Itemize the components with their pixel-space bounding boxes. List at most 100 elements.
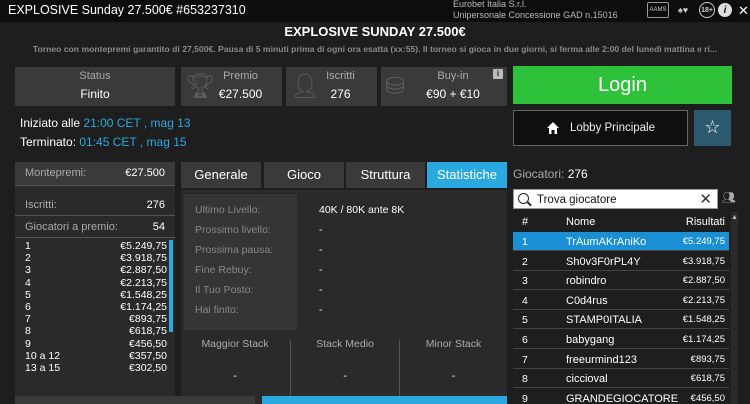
prize-position: 9 [25, 337, 31, 350]
premio-card: 🏆︎ Premio €27.500 [181, 67, 282, 106]
player-row[interactable]: 5 STAMP0ITALIA €1.548,25 [513, 310, 729, 330]
stat-value: - [319, 224, 323, 236]
iscritti-label: Iscritti [326, 70, 355, 82]
prize-amount: €618,75 [129, 325, 167, 338]
search-input[interactable] [537, 192, 697, 207]
prize-position: 8 [25, 325, 31, 338]
prize-amount: €3.918,75 [120, 252, 167, 265]
bottom-button-right[interactable] [262, 396, 507, 404]
prize-position: 10 a 12 [25, 349, 61, 362]
buyin-info-icon[interactable]: i [493, 69, 503, 79]
stat-key: Prossima pausa: [195, 244, 274, 256]
player-row[interactable]: 8 ciccioval €618,75 [513, 369, 729, 389]
company-license: Unipersonale Concessione GAD n.15016 [453, 10, 618, 20]
prize-row: 4 €2.213,75 [25, 277, 167, 289]
stat-value: - [319, 244, 323, 256]
player-row[interactable]: 7 freeurmind123 €893,75 [513, 350, 729, 369]
prize-row: 13 a 15 €302,50 [25, 362, 167, 374]
login-button[interactable]: Login [513, 66, 732, 104]
age-limit-icon: 18+ [699, 2, 715, 18]
player-result: €618,75 [690, 373, 725, 385]
info-icon[interactable]: i [718, 3, 732, 17]
status-value: Finito [80, 87, 110, 101]
tab-gioco[interactable]: Gioco [264, 162, 344, 188]
player-rank: 8 [522, 373, 528, 386]
bottom-button-left[interactable] [15, 396, 255, 404]
company-info: Eurobet Italia S.r.l. Unipersonale Conce… [453, 0, 618, 21]
buyin-card: ⛁ Buy-in €90 + €10 i [381, 67, 507, 106]
scroll-up-icon[interactable]: ▲ [731, 214, 738, 222]
player-name: STAMP0ITALIA [566, 314, 643, 327]
montepremi-label: Montepremi: [25, 167, 87, 179]
players-table-header: # Nome Risultati [513, 212, 729, 232]
search-icon [518, 193, 529, 204]
player-result: €1.548,25 [682, 314, 725, 326]
player-name: TrAumAKrAniKo [566, 236, 647, 248]
status-label: Status [79, 70, 111, 82]
iscritti-label: Iscritti: [25, 199, 57, 211]
player-rank: 1 [522, 236, 528, 248]
status-card: Status Finito [15, 67, 175, 106]
player-result: €456,50 [690, 392, 725, 404]
premio-value: €27.500 [218, 87, 263, 101]
player-row[interactable]: 3 robindro €2.887,50 [513, 271, 729, 291]
tab-statistiche[interactable]: Statistiche [427, 162, 507, 188]
close-icon[interactable]: ✕ [738, 3, 749, 19]
start-label: Iniziato alle [20, 116, 81, 130]
players-scrollbar[interactable]: ▲ [731, 212, 738, 404]
start-time: Iniziato alle 21:00 CET , mag 13 [20, 116, 191, 130]
prize-scrollbar[interactable] [169, 240, 173, 332]
players-count: 276 [567, 167, 588, 181]
player-result: €3.918,75 [682, 255, 725, 267]
prize-amount: €5.249,75 [120, 240, 167, 252]
tab-struttura[interactable]: Struttura [346, 162, 425, 188]
prize-position: 4 [25, 276, 31, 289]
start-value: 21:00 CET , mag 13 [83, 116, 191, 130]
clear-icon[interactable]: ✕ [699, 190, 712, 208]
prize-amount: €2.213,75 [120, 276, 167, 289]
stat-key: Il Tuo Posto: [195, 284, 254, 296]
prize-row: 3 €2.887,50 [25, 264, 167, 276]
prize-amount: €357,50 [129, 349, 167, 362]
prize-amount: €1.548,25 [120, 288, 167, 301]
player-row[interactable]: 6 babygang €1.174,25 [513, 330, 729, 349]
player-result: €893,75 [690, 353, 725, 365]
prize-row: 7 €893,75 [25, 313, 167, 325]
stat-value: - [319, 284, 323, 296]
prize-row: 6 €1.174,25 [25, 301, 167, 313]
end-label: Terminato: [20, 135, 77, 149]
players-table: # Nome Risultati 1 TrAumAKrAniKo €5.249,75… [513, 212, 729, 404]
prize-position: 1 [25, 240, 31, 252]
player-row[interactable]: 1 TrAumAKrAniKo €5.249,75 [513, 232, 729, 251]
aams-logo-icon: AAMS [647, 2, 669, 18]
iscritti-row: Iscritti: 276 [15, 194, 175, 216]
tournament-description: Torneo con montepremi garantito di 27,50… [32, 44, 718, 54]
maggior-stack-label: Maggior Stack [201, 338, 269, 350]
player-row[interactable]: 2 Sh0v3F0rPL4Y €3.918,75 [513, 252, 729, 271]
prize-amount: €302,50 [129, 362, 167, 374]
player-row[interactable]: 9 GRANDEGIOCATORE €456,50 [513, 389, 729, 404]
star-icon[interactable]: ☆ [694, 110, 731, 146]
player-row[interactable]: 4 C0d4rus €2.213,75 [513, 291, 729, 310]
player-rank: 2 [522, 255, 528, 268]
prize-amount: €2.887,50 [120, 264, 167, 277]
giocatori-row: Giocatori a premio: 54 [15, 216, 175, 238]
player-name: ciccioval [566, 373, 608, 386]
prize-position: 13 a 15 [25, 362, 61, 374]
player-name: GRANDEGIOCATORE [566, 392, 679, 404]
tab-generale[interactable]: Generale [181, 162, 261, 188]
montepremi-value: €27.500 [125, 167, 165, 179]
montepremi-row: Montepremi: €27.500 [15, 162, 175, 186]
player-name: freeurmind123 [566, 353, 637, 366]
iscritti-value: 276 [146, 199, 165, 211]
players-label: Giocatori: [513, 167, 565, 181]
stat-key: Hai finito: [195, 304, 239, 316]
player-search[interactable]: ✕ [513, 189, 718, 209]
player-rank: 4 [522, 294, 528, 307]
users-icon[interactable]: 👥︎ [722, 191, 736, 207]
buyin-label: Buy-in [437, 70, 469, 82]
prize-position: 5 [25, 288, 31, 301]
iscritti-card: 👤︎ Iscritti 276 [286, 67, 377, 106]
minor-stack-value: - [451, 370, 456, 382]
lobby-button[interactable]: Lobby Principale [513, 110, 688, 146]
